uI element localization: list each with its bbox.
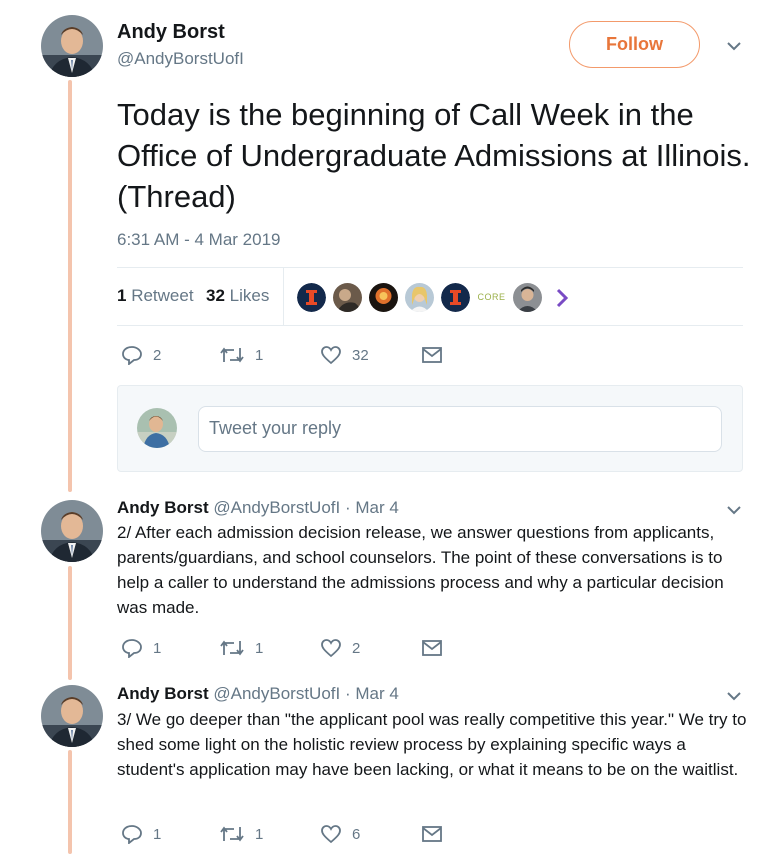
reply-count: 1 bbox=[153, 639, 162, 657]
retweet-icon bbox=[220, 826, 244, 842]
author-handle[interactable]: @AndyBorstUofI bbox=[213, 684, 340, 703]
liker-avatar[interactable] bbox=[369, 283, 398, 312]
divider bbox=[283, 267, 284, 325]
liker-avatar[interactable] bbox=[333, 283, 362, 312]
current-user-avatar[interactable] bbox=[137, 408, 177, 448]
divider bbox=[117, 267, 743, 268]
thread-line bbox=[68, 750, 72, 854]
heart-icon bbox=[321, 346, 341, 365]
reply-action[interactable]: 1 bbox=[121, 638, 161, 658]
tweet-header: Andy Borst @AndyBorstUofI · Mar 4 bbox=[117, 684, 399, 704]
chevron-down-icon[interactable] bbox=[726, 504, 742, 516]
tweet-text: 2/ After each admission decision release… bbox=[117, 523, 724, 617]
author-name[interactable]: Andy Borst bbox=[117, 684, 209, 703]
reply-input[interactable]: Tweet your reply bbox=[198, 406, 722, 452]
like-label: Likes bbox=[229, 286, 270, 305]
reply-count: 1 bbox=[153, 825, 162, 843]
reply-count: 2 bbox=[153, 346, 162, 364]
direct-message-icon[interactable] bbox=[421, 346, 443, 364]
direct-message-icon[interactable] bbox=[421, 825, 443, 843]
retweet-action[interactable]: 1 bbox=[219, 345, 263, 365]
retweet-stat[interactable]: 1 Retweet bbox=[117, 286, 194, 306]
follow-button[interactable]: Follow bbox=[569, 21, 700, 68]
liker-avatar[interactable] bbox=[441, 283, 470, 312]
chevron-down-icon[interactable] bbox=[726, 690, 742, 702]
divider bbox=[117, 325, 743, 326]
like-action[interactable]: 32 bbox=[320, 345, 369, 365]
liker-avatar[interactable]: CORE bbox=[477, 283, 506, 312]
tweet-date[interactable]: · Mar 4 bbox=[345, 498, 399, 517]
retweet-icon bbox=[220, 640, 244, 656]
like-count: 32 bbox=[206, 286, 225, 305]
heart-icon bbox=[321, 825, 341, 844]
author-handle[interactable]: @AndyBorstUofI bbox=[117, 49, 244, 69]
like-count: 6 bbox=[352, 825, 361, 843]
retweet-count: 1 bbox=[255, 825, 264, 843]
like-stat[interactable]: 32 Likes bbox=[206, 286, 269, 306]
retweet-count: 1 bbox=[117, 286, 127, 305]
reply-icon bbox=[122, 825, 142, 844]
like-count: 32 bbox=[352, 346, 369, 364]
like-action[interactable]: 2 bbox=[320, 638, 360, 658]
author-name[interactable]: Andy Borst bbox=[117, 21, 225, 44]
thread-line bbox=[68, 566, 72, 680]
author-handle[interactable]: @AndyBorstUofI bbox=[213, 498, 340, 517]
retweet-count: 1 bbox=[255, 639, 264, 657]
thread-line bbox=[68, 80, 72, 492]
retweet-icon bbox=[220, 347, 244, 363]
direct-message-icon[interactable] bbox=[421, 639, 443, 657]
author-avatar[interactable] bbox=[41, 500, 103, 562]
author-name[interactable]: Andy Borst bbox=[117, 498, 209, 517]
chevron-down-icon[interactable] bbox=[726, 40, 742, 52]
tweet-date[interactable]: · Mar 4 bbox=[345, 684, 399, 703]
reply-action[interactable]: 2 bbox=[121, 345, 161, 365]
heart-icon bbox=[321, 639, 341, 658]
reply-icon bbox=[122, 639, 142, 658]
liker-avatar[interactable] bbox=[513, 283, 542, 312]
like-count: 2 bbox=[352, 639, 361, 657]
liker-avatar[interactable] bbox=[297, 283, 326, 312]
liker-badge-text: CORE bbox=[477, 292, 506, 302]
chevron-right-icon[interactable] bbox=[555, 288, 569, 308]
author-avatar[interactable] bbox=[41, 15, 103, 77]
reply-action[interactable]: 1 bbox=[121, 824, 161, 844]
like-action[interactable]: 6 bbox=[320, 824, 360, 844]
liker-avatar[interactable] bbox=[405, 283, 434, 312]
retweet-action[interactable]: 1 bbox=[219, 824, 263, 844]
retweet-action[interactable]: 1 bbox=[219, 638, 263, 658]
reply-icon bbox=[122, 346, 142, 365]
author-avatar[interactable] bbox=[41, 685, 103, 747]
retweet-count: 1 bbox=[255, 346, 264, 364]
retweet-label: Retweet bbox=[131, 286, 194, 305]
tweet-text: 3/ We go deeper than "the applicant pool… bbox=[117, 710, 747, 779]
tweet-timestamp[interactable]: 6:31 AM - 4 Mar 2019 bbox=[117, 230, 280, 250]
tweet-header: Andy Borst @AndyBorstUofI · Mar 4 bbox=[117, 498, 399, 518]
tweet-text: Today is the beginning of Call Week in t… bbox=[117, 97, 751, 214]
